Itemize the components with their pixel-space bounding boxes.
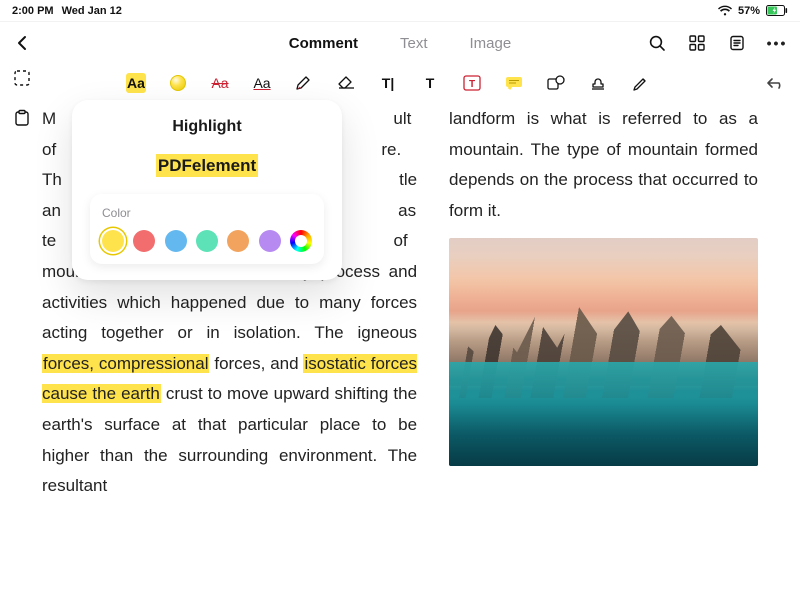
battery-percent: 57%: [738, 5, 760, 17]
undo-button[interactable]: [764, 71, 788, 95]
more-icon[interactable]: •••: [766, 32, 788, 54]
swatch-purple[interactable]: [259, 230, 281, 252]
tool-highlight[interactable]: Aa: [126, 73, 146, 93]
doc-highlight-1[interactable]: forces, compressional: [42, 354, 209, 373]
tab-text[interactable]: Text: [400, 35, 428, 52]
back-button[interactable]: [12, 32, 34, 54]
tool-marker[interactable]: [294, 73, 314, 93]
tab-comment[interactable]: Comment: [289, 35, 358, 52]
mountain-photo: [449, 238, 758, 466]
tab-image[interactable]: Image: [469, 35, 511, 52]
grid-view-icon[interactable]: [686, 32, 708, 54]
tool-sticky-note[interactable]: [504, 73, 524, 93]
wifi-icon: [718, 5, 732, 17]
top-nav: Comment Text Image •••: [0, 22, 800, 64]
page-list-icon[interactable]: [726, 32, 748, 54]
highlight-popover: Highlight PDFelement Color: [72, 100, 342, 280]
annotation-toolbar: Aa Aa Aa T| T T: [12, 73, 764, 93]
swatch-red[interactable]: [133, 230, 155, 252]
doc-right-column: landform is what is referred to as a mou…: [449, 104, 758, 599]
doc-text: landform is what is referred to as a mou…: [449, 104, 758, 226]
color-swatches: [102, 230, 312, 252]
tool-highlight-color[interactable]: [168, 73, 188, 93]
tool-text[interactable]: T: [420, 73, 440, 93]
tool-text-cursor[interactable]: T|: [378, 73, 398, 93]
tool-textbox[interactable]: T: [462, 73, 482, 93]
swatch-blue[interactable]: [165, 230, 187, 252]
swatch-yellow[interactable]: [102, 230, 124, 252]
tool-signature[interactable]: [630, 73, 650, 93]
tool-shape[interactable]: [546, 73, 566, 93]
svg-text:T: T: [469, 79, 475, 90]
swatch-orange[interactable]: [227, 230, 249, 252]
search-icon[interactable]: [646, 32, 668, 54]
swatch-teal[interactable]: [196, 230, 218, 252]
status-date: Wed Jan 12: [62, 5, 122, 17]
tool-eraser[interactable]: [336, 73, 356, 93]
status-time: 2:00 PM: [12, 5, 54, 17]
area-select-tool[interactable]: [8, 64, 36, 92]
clipboard-tool[interactable]: [8, 104, 36, 132]
color-label: Color: [102, 206, 312, 220]
battery-icon: [766, 5, 788, 16]
status-bar: 2:00 PM Wed Jan 12 57%: [0, 0, 800, 22]
swatch-custom[interactable]: [290, 230, 312, 252]
doc-text: forces, and: [209, 354, 303, 373]
doc-text: M: [42, 109, 56, 128]
tool-underline[interactable]: Aa: [252, 73, 272, 93]
tool-strikethrough[interactable]: Aa: [210, 73, 230, 93]
popover-demo: PDFelement: [90, 156, 324, 176]
tool-stamp[interactable]: [588, 73, 608, 93]
popover-title: Highlight: [90, 118, 324, 136]
